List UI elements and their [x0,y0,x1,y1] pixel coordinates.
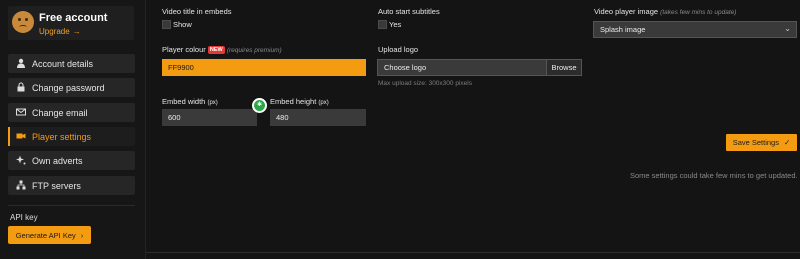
show-checkbox-label: Show [173,20,192,29]
sidebar-item-label: Change email [32,108,88,118]
show-checkbox[interactable] [162,20,171,29]
upgrade-label: Upgrade [39,27,70,36]
chevron-right-icon: › [80,230,84,240]
upload-logo-label: Upload logo [378,45,419,54]
lock-icon [17,82,25,92]
embed-width-unit: (px) [207,100,218,106]
embed-width-input[interactable]: 600 [162,109,257,126]
sidebar-item-label: FTP servers [32,181,81,191]
video-player-image-note: (takes few mins to update) [660,9,737,16]
sidebar: Free account Upgrade → Account details Ch… [0,0,146,259]
update-note: Some settings could take few mins to get… [630,171,798,180]
upgrade-link[interactable]: Upgrade → [39,27,81,36]
requires-premium-note: (requires premium) [226,47,282,54]
mail-icon [16,108,26,116]
sidebar-item-change-password[interactable]: Change password [8,78,135,97]
embed-width-label: Embed width (px) [162,97,218,106]
video-player-image-label: Video player image (takes few mins to up… [594,7,736,16]
new-badge: NEW [207,46,225,55]
sidebar-item-ftp-servers[interactable]: FTP servers [8,176,135,195]
yes-checkbox[interactable] [378,20,387,29]
video-camera-icon [16,133,26,139]
generate-api-key-button[interactable]: Generate API Key › [8,226,91,244]
user-icon [17,58,25,68]
choose-logo-text: Choose logo [384,63,427,72]
sidebar-item-label: Player settings [32,132,92,142]
chevron-down-icon: ⌄ [784,24,791,33]
sparkle-icon [16,155,26,165]
checkmark-icon: ✓ [783,138,791,147]
account-title: Free account [39,12,108,24]
save-settings-label: Save Settings [732,138,779,147]
api-key-label: API key [10,213,38,222]
yes-checkbox-label: Yes [389,20,402,29]
select-value: Splash image [600,25,646,34]
embed-height-input[interactable]: 480 [270,109,366,126]
sidebar-item-player-settings[interactable]: Player settings [8,127,135,146]
embed-height-unit: (px) [318,100,329,106]
video-player-image-select[interactable]: Splash image ⌄ [593,21,797,38]
save-settings-button[interactable]: Save Settings ✓ [726,134,797,151]
account-card: Free account Upgrade → [8,6,134,40]
player-colour-text: Player colour [162,45,206,54]
sidebar-item-label: Own adverts [32,156,83,166]
upload-logo-field[interactable]: Choose logo Browse [377,59,582,76]
arrow-right-icon: → [72,27,81,36]
embed-height-label: Embed height (px) [270,97,329,106]
assistant-badge-icon[interactable]: ✱ [254,100,265,111]
sidebar-item-account-details[interactable]: Account details [8,54,135,73]
sidebar-item-own-adverts[interactable]: Own adverts [8,151,135,170]
player-colour-label: Player colour NEW (requires premium) [162,45,282,55]
embed-height-text: Embed height [270,97,317,106]
browse-button[interactable]: Browse [546,60,581,75]
embed-width-text: Embed width [162,97,206,106]
auto-subtitles-label: Auto start subtitles [378,7,440,16]
avatar [12,11,34,33]
player-colour-input[interactable]: FF9900 [162,59,366,76]
bottom-divider [146,252,800,253]
generate-api-key-label: Generate API Key [15,230,76,240]
video-player-image-text: Video player image [594,7,659,16]
sidebar-item-change-email[interactable]: Change email [8,103,135,122]
network-icon [16,180,26,190]
sidebar-item-label: Change password [32,83,105,93]
upload-size-hint: Max upload size: 300x300 pixels [378,80,472,87]
sidebar-item-label: Account details [32,59,94,69]
video-title-label: Video title in embeds [162,7,232,16]
sidebar-divider [8,205,135,206]
